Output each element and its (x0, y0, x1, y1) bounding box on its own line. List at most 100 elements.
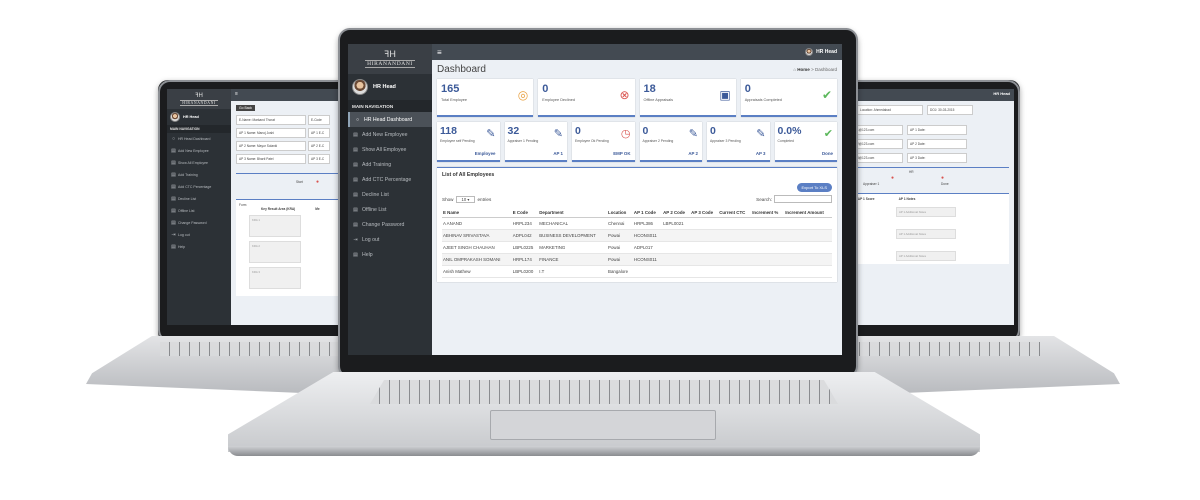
breadcrumb-home[interactable]: Home (797, 67, 810, 72)
kra-input[interactable]: KRA 3 (249, 267, 301, 289)
left-nav-item-logout[interactable]: ⇥ Log out (167, 229, 231, 241)
entries-control: Show 10 ▾ entries (442, 195, 492, 203)
circle-icon: ○ (355, 116, 360, 123)
list-icon: ▤ (353, 161, 358, 168)
stat-card-appraisals-completed[interactable]: 0 Appraisals Completed ✔ (740, 79, 837, 117)
left-nav-item-help[interactable]: ▤ Help (167, 241, 231, 253)
ap1-notes-input[interactable]: AP 1 Additional Notes (896, 207, 956, 217)
left-field: AP 1 E-C (308, 128, 330, 138)
col-ap1-code[interactable]: AP 1 Code (632, 208, 663, 218)
left-nav-item-decline[interactable]: ▤ Decline List (167, 193, 231, 205)
kra-input[interactable]: KRA 1 (249, 215, 301, 237)
sidebar: ꟻH HIRANANDANI HR Head MAIN NAVIGATION ○… (348, 44, 432, 355)
employee-table: E Name E Code Department Location AP 1 C… (442, 208, 832, 278)
nav-heading: MAIN NAVIGATION (348, 100, 432, 112)
col-department[interactable]: Department (538, 208, 608, 218)
col-e-name[interactable]: E Name (442, 208, 512, 218)
stats-row-top: 165 Total Employee ◎ 0 Employee Declined… (437, 79, 837, 117)
list-icon: ▤ (353, 191, 358, 198)
logout-icon: ⇥ (353, 236, 358, 243)
stat-card-appraiser-3-pending[interactable]: 0 Appraiser 3 Pending ✎ AP 3 (707, 122, 770, 162)
stat-card-employee-ok-pending[interactable]: 0 Employee Ok Pending ◷ EMP OK (572, 122, 635, 162)
export-xls-button[interactable]: Export To XLS (796, 183, 832, 192)
product-mockup: ꟻH HIRANANDANI HR Head MAIN NAVIGATION ○… (0, 0, 1200, 500)
done-link[interactable]: Done (822, 151, 833, 156)
sidebar-item-log-out[interactable]: ⇥ Log out (348, 232, 432, 247)
col-e-code[interactable]: E Code (511, 208, 539, 218)
user-name: HR Head (373, 84, 396, 90)
page-title: Dashboard (437, 64, 486, 75)
stat-card-employee-declined[interactable]: 0 Employee Declined ⊗ (538, 79, 635, 117)
sidebar-item-show-all-employee[interactable]: ▤ Show All Employee (348, 142, 432, 157)
left-sidebar: ꟻH HIRANANDANI HR Head MAIN NAVIGATION ○… (167, 89, 231, 325)
step-dot-icon: ● (891, 175, 895, 181)
search-input[interactable] (774, 195, 832, 203)
table-row[interactable]: AJEET SINGH CHAUHAN LBPL0225 MARKETING Powa… (442, 241, 832, 254)
sidebar-item-hr-head-dashboard[interactable]: ○ HR Head Dashboard (348, 112, 432, 127)
left-nav-item-add-ctc[interactable]: ▤ Add CTC Percentage (167, 181, 231, 193)
stat-card-employee-self-pending[interactable]: 118 Employee self Pending ✎ Employee (437, 122, 500, 162)
sidebar-item-change-password[interactable]: ▤ Change Password (348, 217, 432, 232)
table-row[interactable]: ANIL OMPRAKASH SOMANI HRPL174 FINANCE Powai… (442, 253, 832, 266)
ap1-notes-input[interactable]: AP 1 Additional Notes (896, 251, 956, 261)
breadcrumb-current: Dashboard (814, 67, 837, 72)
edit-icon: ✎ (486, 128, 496, 140)
sidebar-item-decline-list[interactable]: ▤ Decline List (348, 187, 432, 202)
front-laptop-screen: ꟻH HIRANANDANI HR Head MAIN NAVIGATION ○… (348, 44, 842, 355)
left-nav-item-add-employee[interactable]: ▤ Add New Employee (167, 145, 231, 157)
stat-card-completed[interactable]: 0.0% Completed ✔ Done (774, 122, 837, 162)
step-dot-icon: ● (941, 175, 945, 181)
user-menu[interactable]: HR Head (805, 48, 837, 56)
ap1-notes-input[interactable]: AP 1 Additional Notes (896, 229, 956, 239)
sidebar-item-add-new-employee[interactable]: ▤ Add New Employee (348, 127, 432, 142)
left-nav-item-show-employee[interactable]: ▤ Show All Employee (167, 157, 231, 169)
hamburger-menu-icon[interactable]: ≡ (437, 48, 442, 57)
step-dot-icon: ● (316, 179, 320, 185)
left-hamburger-icon[interactable]: ≡ (235, 91, 238, 97)
table-row[interactable]: A ANAND HRPL234 MECHANICAL Chennai HRPL386 LB… (442, 217, 832, 230)
kra-header: Key Result Area (KRA) (261, 207, 296, 211)
left-nav-item-dashboard[interactable]: ○ HR Head Dashboard (167, 133, 231, 145)
ap2-link[interactable]: AP 2 (688, 151, 698, 156)
dashboard-content: Dashboard ⌂ Home > Dashboard 165 Total E… (432, 60, 842, 355)
table-row[interactable]: ABHINAV SRIVASTAVA ADPL042 BUSINESS DEVELO… (442, 229, 832, 242)
sidebar-item-add-ctc-percentage[interactable]: ▤ Add CTC Percentage (348, 172, 432, 187)
list-icon: ▤ (353, 251, 358, 258)
right-step-hr: HR (909, 170, 914, 174)
kra-input[interactable]: KRA 2 (249, 241, 301, 263)
entries-select[interactable]: 10 ▾ (455, 195, 476, 203)
go-back-button[interactable]: Go Back (236, 105, 256, 111)
stat-card-appraiser-1-pending[interactable]: 32 Appraiser 1 Pending ✎ AP 1 (504, 122, 567, 162)
stat-card-appraiser-2-pending[interactable]: 0 Appraiser 2 Pending ✎ AP 2 (639, 122, 702, 162)
front-keyboard (370, 380, 838, 404)
left-nav-item-add-training[interactable]: ▤ Add Training (167, 169, 231, 181)
employee-link[interactable]: Employee (475, 151, 496, 156)
sidebar-item-offline-list[interactable]: ▤ Offline List (348, 202, 432, 217)
col-increment-amount[interactable]: Increment Amount (784, 208, 832, 218)
ap1-link[interactable]: AP 1 (553, 151, 563, 156)
emp-ok-link[interactable]: EMP OK (613, 151, 630, 156)
ap3-link[interactable]: AP 3 (756, 151, 766, 156)
right-field: DOJ: 30-03-2015 (927, 105, 973, 115)
left-avatar (170, 112, 180, 122)
col-location[interactable]: Location (607, 208, 633, 218)
check-circle-icon: ✔ (821, 88, 832, 102)
sidebar-item-help[interactable]: ▤ Help (348, 247, 432, 262)
table-row[interactable]: Anish Mathew LBPL0200 I.T Bangalore (442, 265, 832, 278)
user-panel: HR Head (348, 74, 432, 100)
avatar (805, 48, 814, 56)
col-current-ctc[interactable]: Current CTC (718, 208, 752, 218)
col-ap3-code[interactable]: AP 3 Code (690, 208, 719, 218)
col-ap2-code[interactable]: AP 2 Code (662, 208, 691, 218)
left-field: E-Code (308, 115, 330, 125)
stat-card-offline-appraisals[interactable]: 18 Offline Appraisals ▣ (639, 79, 736, 117)
left-brand-logo: ꟻH HIRANANDANI (167, 89, 231, 109)
stat-card-total-employee[interactable]: 165 Total Employee ◎ (437, 79, 534, 117)
left-nav-item-offline[interactable]: ▤ Offline List (167, 205, 231, 217)
left-nav-item-change-password[interactable]: ▤ Change Password (167, 217, 231, 229)
sidebar-item-add-training[interactable]: ▤ Add Training (348, 157, 432, 172)
list-icon: ▤ (353, 206, 358, 213)
right-field: AP 3 Date: (907, 153, 967, 163)
col-increment-pct[interactable]: Increment % (751, 208, 785, 218)
left-field: E-Name: Markand Thorat (236, 115, 306, 125)
